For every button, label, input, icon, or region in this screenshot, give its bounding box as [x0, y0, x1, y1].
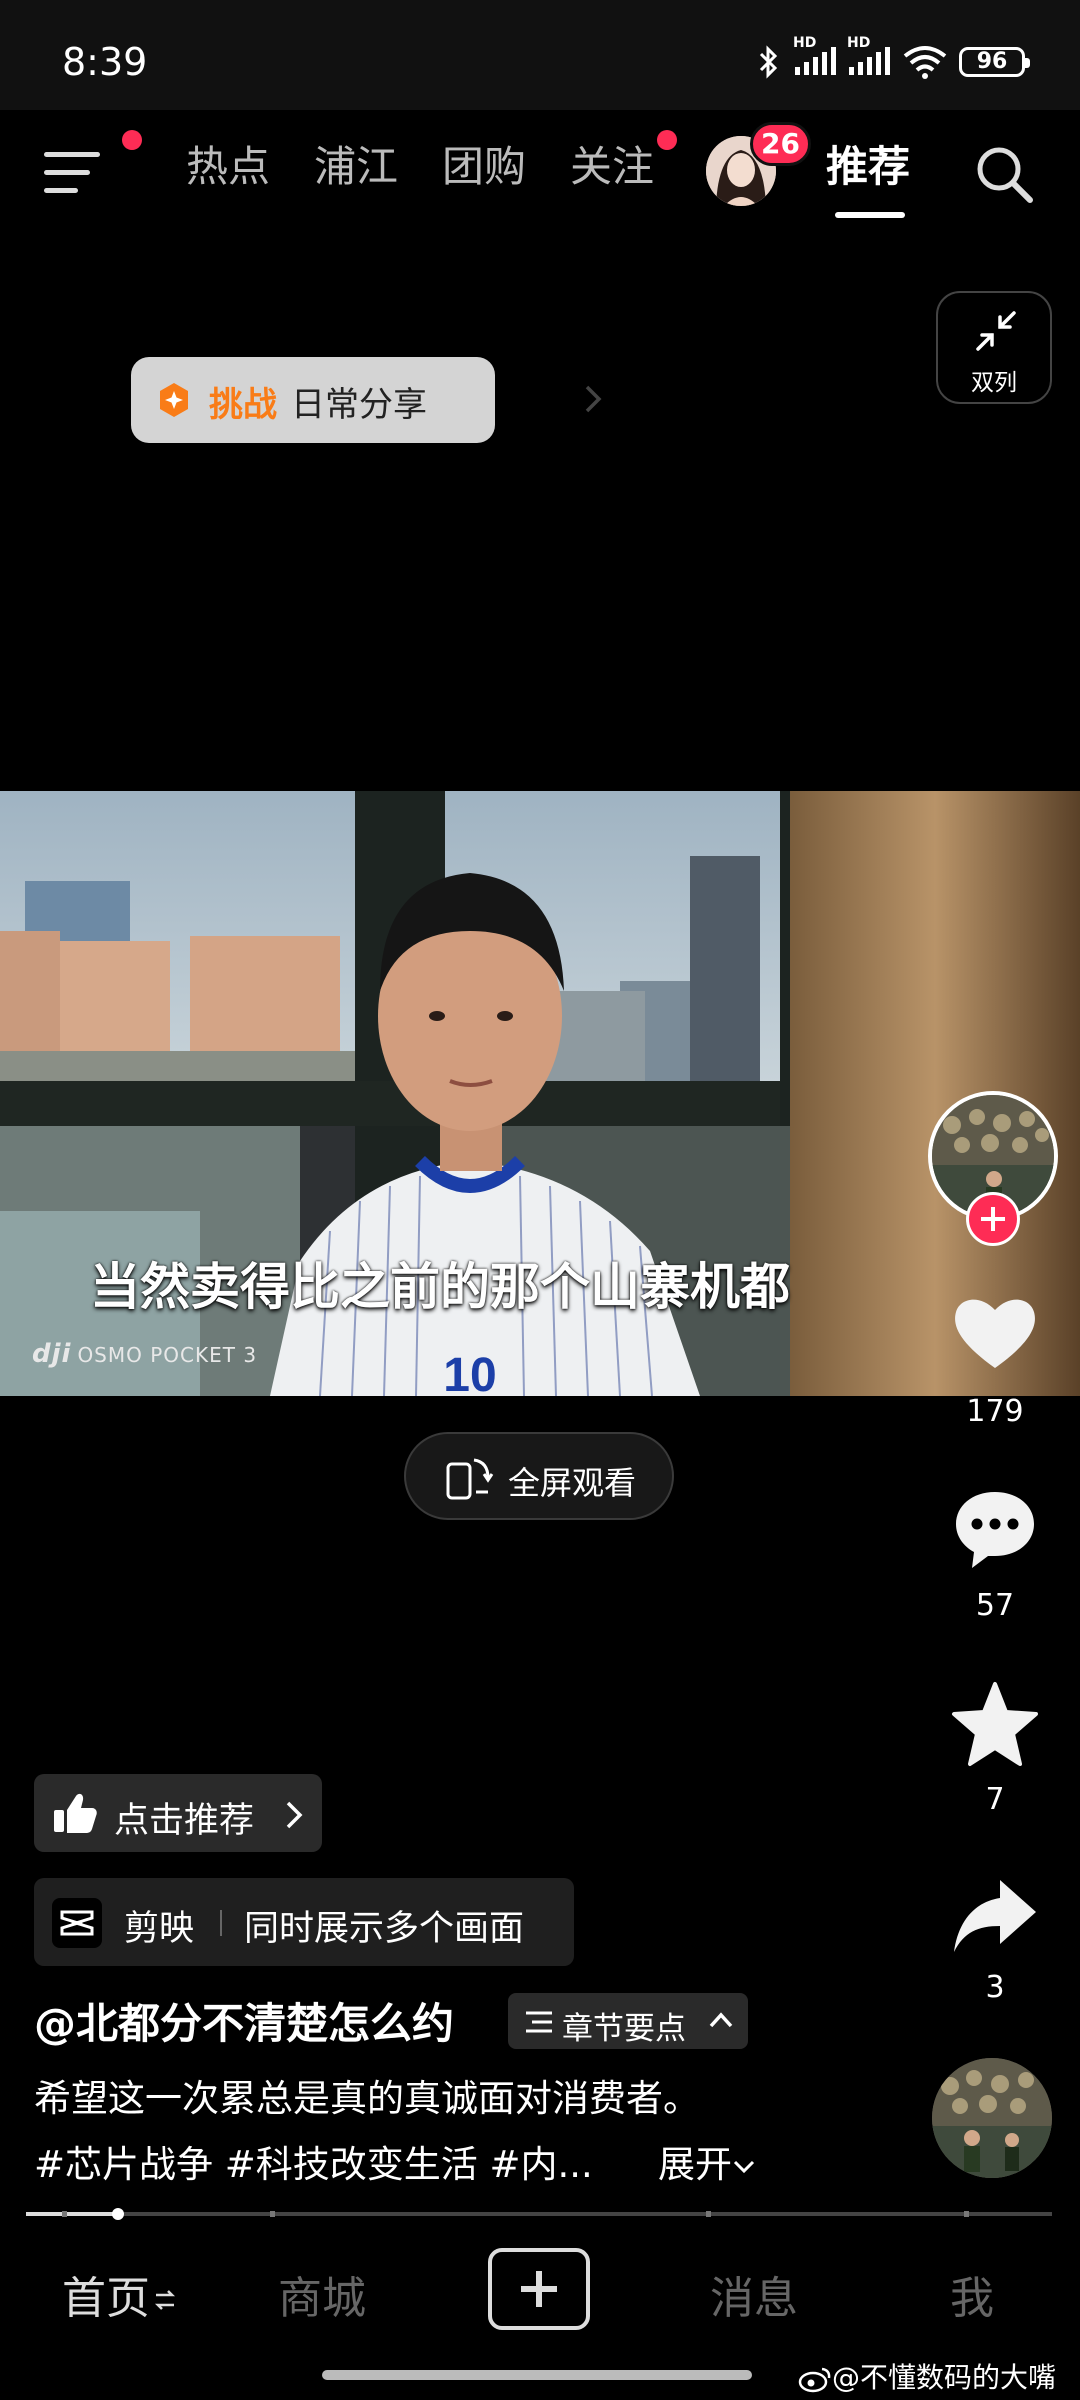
heart-icon[interactable] — [950, 1288, 1040, 1378]
capcut-logo-icon — [52, 1898, 102, 1948]
svg-text:10: 10 — [443, 1349, 496, 1396]
battery-icon: 96 — [959, 47, 1030, 77]
watermark-brand: dji — [32, 1339, 72, 1369]
nav-home[interactable]: 首页 — [62, 2262, 176, 2326]
chevron-right-icon — [286, 1801, 303, 1829]
nav-home-label: 首页 — [62, 2273, 150, 2324]
challenge-icon — [160, 383, 188, 417]
nav-messages[interactable]: 消息 — [710, 2262, 798, 2326]
divider — [220, 1910, 222, 1936]
capcut-description: 同时展示多个画面 — [244, 1909, 525, 1949]
expand-label: 展开 — [658, 2143, 732, 2186]
progress-fill — [26, 2212, 119, 2216]
home-indicator[interactable] — [322, 2370, 752, 2380]
chapter-points-button[interactable]: 章节要点 — [508, 1993, 748, 2049]
status-bar: 8:39 HD HD 96 — [0, 0, 1080, 110]
fullscreen-label: 全屏观看 — [508, 1464, 637, 1502]
tab-hot[interactable]: 热点 — [186, 142, 270, 192]
follow-button[interactable] — [966, 1192, 1020, 1246]
top-nav: 热点 浦江 团购 关注 26 推荐 — [0, 112, 1080, 232]
status-time: 8:39 — [62, 40, 148, 84]
chevron-right-icon — [585, 385, 602, 413]
capcut-promo[interactable]: 剪映 同时展示多个画面 — [34, 1878, 574, 1966]
collapse-arrows-icon — [976, 311, 1016, 351]
weibo-icon — [798, 2367, 831, 2393]
search-icon[interactable] — [972, 142, 1036, 206]
challenge-pill[interactable]: 挑战 日常分享 — [131, 357, 602, 443]
chapter-marker — [706, 2211, 711, 2217]
chapter-marker — [62, 2211, 67, 2217]
menu-notification-dot — [122, 130, 142, 150]
author-name[interactable]: @北都分不清楚怎么约 — [34, 1990, 454, 2051]
fullscreen-button[interactable]: 全屏观看 — [404, 1432, 674, 1520]
share-count: 3 — [985, 1970, 1005, 2005]
tab-following[interactable]: 关注 — [570, 142, 654, 192]
chapter-marker — [964, 2211, 969, 2217]
recommend-button[interactable]: 点击推荐 — [34, 1774, 322, 1852]
signal-2: HD — [847, 35, 891, 77]
chapter-marker — [270, 2211, 275, 2217]
hd-label-2: HD — [847, 35, 871, 51]
music-disc[interactable] — [932, 2058, 1052, 2178]
rotate-screen-icon — [446, 1458, 494, 1500]
progress-handle[interactable] — [112, 2208, 125, 2220]
post-hashtags[interactable]: #芯片战争 #科技改变生活 #内... — [34, 2134, 593, 2188]
weibo-handle: @不懂数码的大嘴 — [832, 2361, 1057, 2394]
chapter-points-label: 章节要点 — [562, 2011, 686, 2047]
challenge-tag: 挑战 — [209, 385, 277, 425]
bottom-nav: 首页 商城 消息 我 — [0, 2222, 1080, 2352]
app-screen: 8:39 HD HD 96 热点 浦江 团购 关注 26 推荐 双列 挑战 日常… — [0, 0, 1080, 2400]
share-icon[interactable] — [950, 1872, 1040, 1962]
nav-profile[interactable]: 我 — [950, 2262, 994, 2326]
like-count: 179 — [966, 1394, 1024, 1429]
create-post-button[interactable] — [488, 2248, 590, 2330]
recommend-label: 点击推荐 — [114, 1801, 255, 1841]
hd-label: HD — [793, 35, 817, 51]
video-player[interactable]: 10 当然卖得比之前的那个山寨机都 dji OSMO POCKET 3 — [0, 791, 1080, 1396]
star-icon[interactable] — [950, 1680, 1040, 1770]
watermark-model: OSMO POCKET 3 — [77, 1343, 258, 1367]
expand-button[interactable]: 展开 — [658, 2134, 756, 2188]
wifi-icon — [903, 46, 947, 79]
bluetooth-icon — [759, 45, 778, 79]
chevron-down-icon — [733, 2160, 755, 2174]
thumbs-up-icon — [54, 1793, 97, 1833]
challenge-text: 日常分享 — [291, 385, 427, 425]
camera-watermark: dji OSMO POCKET 3 — [32, 1339, 257, 1369]
favorite-count: 7 — [985, 1782, 1005, 1817]
capcut-name: 剪映 — [124, 1909, 195, 1949]
dual-column-button[interactable]: 双列 — [936, 291, 1052, 404]
avatar-badge: 26 — [750, 122, 811, 166]
signal-icon — [795, 47, 836, 75]
dual-column-label: 双列 — [971, 370, 1017, 396]
video-subtitle: 当然卖得比之前的那个山寨机都 — [90, 1258, 790, 1316]
list-icon — [526, 2011, 552, 2033]
tab-recommend[interactable]: 推荐 — [826, 142, 910, 192]
comment-icon[interactable] — [950, 1484, 1040, 1574]
post-description: 希望这一次累总是真的真诚面对消费者。 — [34, 2077, 700, 2120]
tab-group-buy[interactable]: 团购 — [442, 142, 526, 192]
comment-count: 57 — [975, 1588, 1015, 1623]
music-disc-image — [932, 2058, 1052, 2178]
nav-mall[interactable]: 商城 — [278, 2262, 366, 2326]
status-icons: HD HD 96 — [755, 35, 1030, 80]
active-tab-indicator — [835, 212, 905, 218]
menu-button[interactable] — [44, 150, 104, 196]
switch-arrows-icon — [154, 2290, 176, 2310]
chevron-up-icon — [709, 2012, 733, 2028]
following-notification-dot — [657, 130, 677, 150]
video-progress-bar[interactable] — [26, 2208, 1052, 2220]
tab-pujiang[interactable]: 浦江 — [314, 142, 398, 192]
weibo-watermark: @不懂数码的大嘴 — [798, 2356, 1056, 2396]
battery-level: 96 — [976, 49, 1008, 74]
signal-icon — [849, 47, 890, 75]
signal-1: HD — [793, 35, 837, 77]
